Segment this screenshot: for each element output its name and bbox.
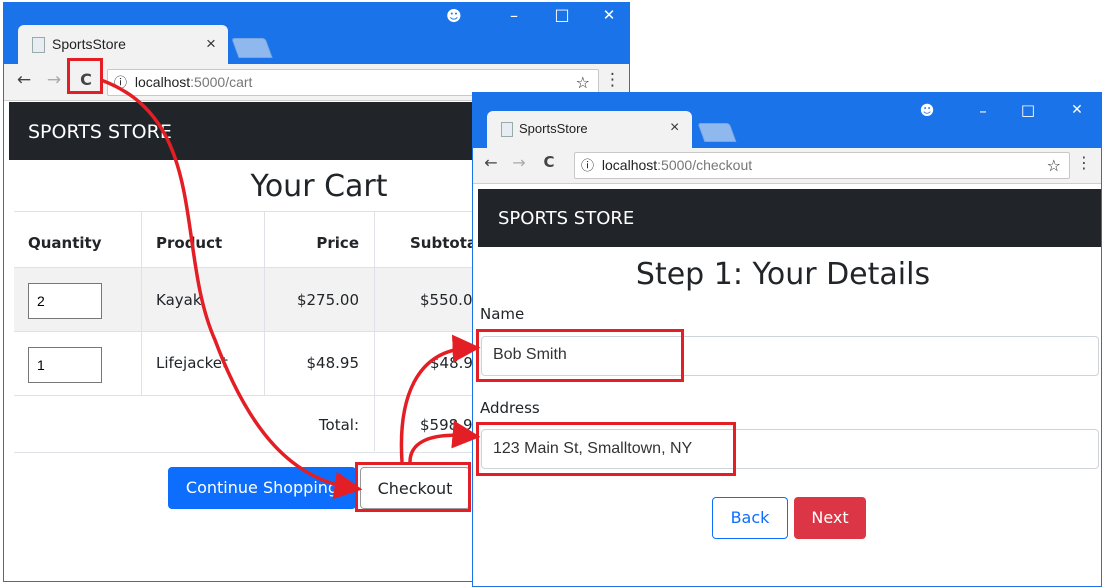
checkout-highlight-box xyxy=(355,462,471,512)
maximize-icon[interactable]: □ xyxy=(1018,101,1038,119)
brand-link[interactable]: SPORTS STORE xyxy=(28,121,172,143)
reload-icon[interactable]: C xyxy=(539,153,559,171)
continue-shopping-button[interactable]: Continue Shopping xyxy=(168,467,356,509)
browser-menu-icon[interactable]: ⋮ xyxy=(604,70,621,90)
new-tab-button[interactable] xyxy=(697,123,737,142)
header-price: Price xyxy=(316,234,359,252)
info-icon[interactable]: ⓘ xyxy=(114,76,127,91)
bookmark-star-icon[interactable]: ☆ xyxy=(1047,153,1061,178)
column-divider xyxy=(264,211,265,395)
cart-tab-title: SportsStore xyxy=(52,36,126,52)
quantity-input[interactable]: 2 xyxy=(28,283,102,319)
quantity-input[interactable]: 1 xyxy=(28,347,102,383)
column-divider xyxy=(374,211,375,451)
checkout-title-bar: SportsStore × ☻ – □ ✕ xyxy=(473,93,1101,148)
product-price: $275.00 xyxy=(296,291,359,309)
name-label: Name xyxy=(480,305,525,323)
account-icon[interactable]: ☻ xyxy=(444,7,464,25)
back-button[interactable]: Back xyxy=(712,497,788,539)
close-tab-icon[interactable]: × xyxy=(206,34,216,54)
total-label: Total: xyxy=(318,416,359,434)
page-favicon-icon xyxy=(32,37,45,53)
new-tab-button[interactable] xyxy=(231,38,273,58)
info-icon[interactable]: ⓘ xyxy=(581,159,594,174)
forward-arrow-icon[interactable]: → xyxy=(509,153,529,172)
reload-highlight-box xyxy=(67,58,103,94)
back-arrow-icon[interactable]: ← xyxy=(14,70,34,90)
name-highlight-box xyxy=(476,329,684,382)
close-tab-icon[interactable]: × xyxy=(670,119,679,137)
maximize-icon[interactable]: □ xyxy=(552,5,572,24)
header-product: Product xyxy=(156,234,223,252)
close-window-icon[interactable]: ✕ xyxy=(599,6,619,24)
minimize-icon[interactable]: – xyxy=(504,6,524,25)
header-quantity: Quantity xyxy=(28,234,102,252)
address-highlight-box xyxy=(476,422,736,476)
checkout-toolbar: ← → C ⓘ localhost:5000/checkout ☆ ⋮ xyxy=(473,148,1101,184)
next-button[interactable]: Next xyxy=(794,497,866,539)
cart-tab[interactable]: SportsStore × xyxy=(18,25,228,64)
browser-menu-icon[interactable]: ⋮ xyxy=(1076,153,1092,172)
back-arrow-icon[interactable]: ← xyxy=(481,153,501,172)
url-path: :5000/checkout xyxy=(657,157,753,173)
close-window-icon[interactable]: ✕ xyxy=(1067,102,1087,118)
page-favicon-icon xyxy=(501,122,513,137)
product-name: Kayak xyxy=(156,291,202,309)
checkout-tab-title: SportsStore xyxy=(519,121,588,136)
address-bar[interactable]: ⓘ localhost:5000/checkout ☆ xyxy=(574,152,1070,179)
column-divider xyxy=(141,211,142,395)
page-title: Step 1: Your Details xyxy=(635,257,931,292)
minimize-icon[interactable]: – xyxy=(973,102,993,120)
brand-link[interactable]: SPORTS STORE xyxy=(498,208,634,229)
url-host: localhost xyxy=(134,74,191,90)
product-name: Lifejacket xyxy=(156,354,228,372)
address-label: Address xyxy=(480,399,540,417)
cart-title-bar: SportsStore × ☻ – □ ✕ xyxy=(4,3,629,64)
store-navbar: SPORTS STORE xyxy=(478,189,1101,247)
account-icon[interactable]: ☻ xyxy=(917,103,937,119)
product-price: $48.95 xyxy=(306,354,360,372)
url-host: localhost xyxy=(601,157,658,173)
url-path: :5000/cart xyxy=(190,74,253,90)
forward-arrow-icon[interactable]: → xyxy=(44,70,64,90)
checkout-tab[interactable]: SportsStore × xyxy=(487,111,692,148)
